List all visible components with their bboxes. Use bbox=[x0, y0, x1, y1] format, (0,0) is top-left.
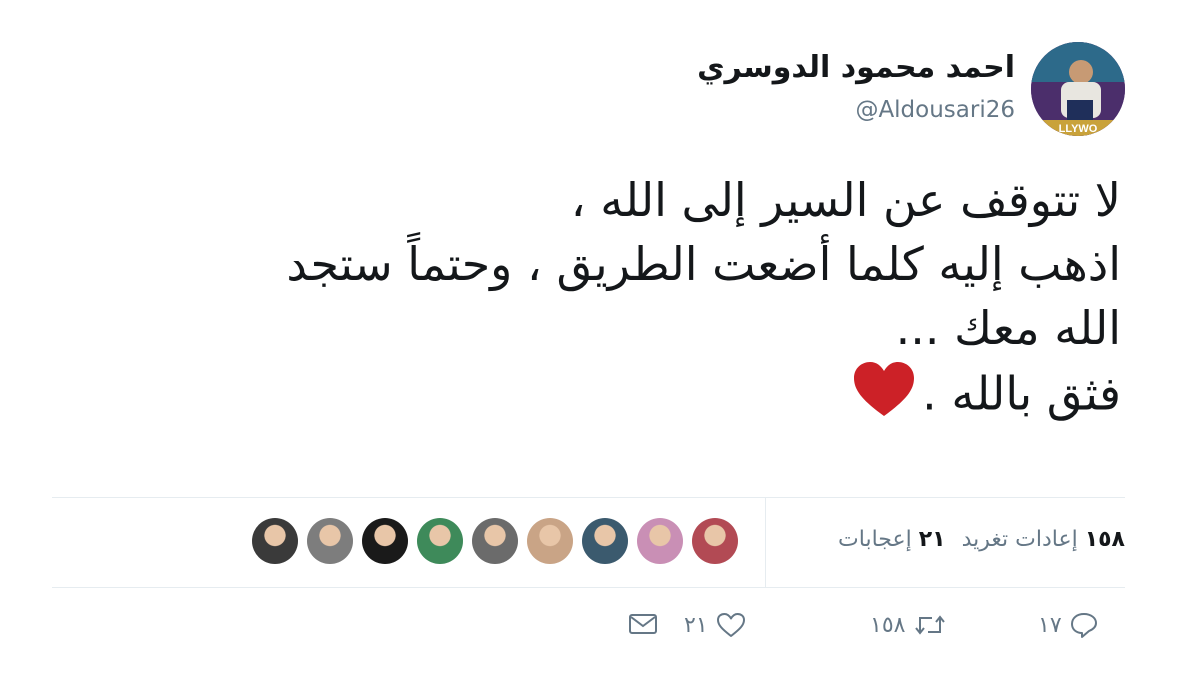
liker-avatar[interactable] bbox=[417, 518, 463, 564]
avatar[interactable]: LLYWO bbox=[1031, 42, 1125, 136]
like-action[interactable]: ٢١ bbox=[684, 612, 746, 638]
direct-message-action[interactable] bbox=[628, 612, 658, 636]
retweets-label: إعادات تغريد bbox=[961, 527, 1078, 552]
likes-count: ٢١ bbox=[918, 527, 946, 552]
avatar-text: LLYWO bbox=[1059, 123, 1098, 135]
user-handle[interactable]: @Aldousari26 bbox=[855, 97, 1015, 123]
avatar-image: LLYWO bbox=[1031, 42, 1125, 136]
tweet-line: اذهب إليه كلما أضعت الطريق ، وحتماً ستجد bbox=[286, 237, 1121, 291]
heart-emoji-icon bbox=[852, 360, 916, 434]
tweet-stats: ١٥٨ إعادات تغريد ٢١ إعجابات bbox=[838, 527, 1125, 552]
like-count: ٢١ bbox=[684, 612, 708, 638]
tweet-text: لا تتوقف عن السير إلى الله ، اذهب إليه ك… bbox=[121, 168, 1121, 434]
likes-stat[interactable]: ٢١ إعجابات bbox=[838, 527, 946, 552]
reply-count: ١٧ bbox=[1038, 612, 1062, 638]
reply-icon bbox=[1070, 613, 1097, 638]
liker-avatar[interactable] bbox=[307, 518, 353, 564]
display-name[interactable]: احمد محمود الدوسري bbox=[697, 50, 1015, 85]
liker-avatar[interactable] bbox=[252, 518, 298, 564]
tweet-line: لا تتوقف عن السير إلى الله ، bbox=[570, 173, 1121, 227]
retweet-action[interactable]: ١٥٨ bbox=[870, 612, 947, 638]
stats-divider bbox=[765, 497, 766, 587]
like-icon bbox=[716, 613, 745, 637]
retweet-count: ١٥٨ bbox=[870, 612, 906, 638]
tweet-line: فثق بالله . bbox=[922, 366, 1121, 421]
likes-label: إعجابات bbox=[838, 527, 912, 552]
retweet-icon bbox=[915, 615, 946, 635]
envelope-icon bbox=[629, 614, 657, 634]
action-bar: ١٧ ١٥٨ ٢١ bbox=[0, 612, 1181, 652]
liker-avatar[interactable] bbox=[362, 518, 408, 564]
divider-top bbox=[52, 497, 1125, 498]
liker-avatar[interactable] bbox=[472, 518, 518, 564]
liker-avatar[interactable] bbox=[692, 518, 738, 564]
liker-avatar[interactable] bbox=[637, 518, 683, 564]
reply-action[interactable]: ١٧ bbox=[1038, 612, 1098, 638]
liker-avatar[interactable] bbox=[527, 518, 573, 564]
liker-avatars bbox=[252, 518, 738, 564]
liker-avatar[interactable] bbox=[582, 518, 628, 564]
retweets-count: ١٥٨ bbox=[1084, 527, 1125, 552]
tweet-line-last: فثق بالله . bbox=[121, 360, 1121, 434]
retweets-stat[interactable]: ١٥٨ إعادات تغريد bbox=[962, 527, 1125, 552]
tweet-line: الله معك ... bbox=[895, 301, 1121, 355]
divider-bottom bbox=[52, 587, 1125, 588]
